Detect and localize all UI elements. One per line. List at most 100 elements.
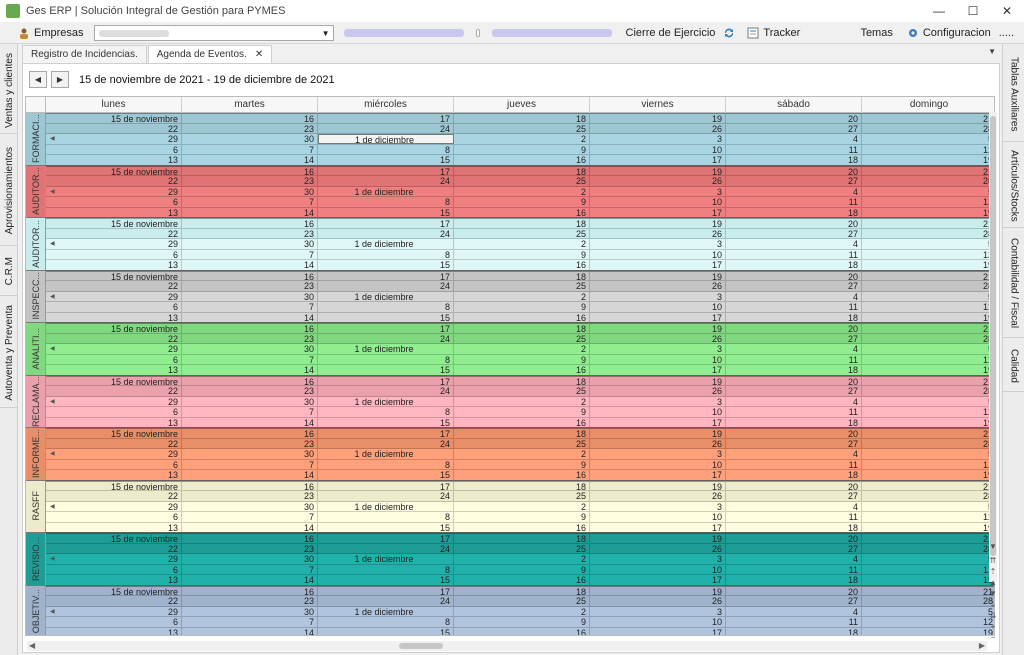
refresh-button[interactable] [719,22,743,44]
day-cell[interactable]: 22 [46,333,182,343]
sidebar-item-articulos[interactable]: Artículos/Stocks [1003,144,1024,228]
day-cell[interactable]: 4 [726,449,862,459]
day-cell[interactable]: 15 [318,575,454,585]
day-cell[interactable]: 18 [454,429,590,438]
day-cell[interactable]: 19 [862,418,994,427]
day-cell[interactable]: 17 [318,271,454,280]
day-cell[interactable]: 19 [590,271,726,280]
day-cell[interactable]: 13 [46,627,182,635]
day-cell[interactable]: 16 [182,114,318,123]
day-cell[interactable]: 18 [454,481,590,490]
day-cell[interactable]: 24 [318,491,454,501]
day-cell[interactable]: 17 [318,219,454,228]
day-cell[interactable]: 15 [318,155,454,165]
day-cell[interactable]: 27 [726,228,862,238]
day-cell[interactable]: 6 [46,144,182,154]
day-cell[interactable]: 15 de noviembre [46,586,182,595]
day-cell[interactable]: 16 [454,627,590,635]
day-cell[interactable]: 27 [726,543,862,553]
day-cell[interactable]: 16 [454,417,590,427]
day-cell[interactable]: 17 [318,376,454,385]
day-cell[interactable]: 14 [182,522,318,532]
day-cell[interactable]: 12 [862,197,994,206]
day-cell[interactable]: 11 [726,302,862,312]
day-cell[interactable]: 5 [862,449,994,458]
day-cell[interactable]: 11 [726,354,862,364]
day-cell[interactable]: 19 [862,313,994,322]
day-cell[interactable]: 17 [318,324,454,333]
day-cell[interactable]: 7 [182,564,318,574]
day-cell[interactable]: 29 [46,134,182,144]
day-cell[interactable]: 12 [862,407,994,416]
day-cell[interactable]: 2 [454,396,590,406]
day-cell[interactable]: 28 [862,176,994,185]
day-cell[interactable]: 18 [726,207,862,217]
day-cell[interactable]: 9 [454,354,590,364]
day-cell[interactable]: 19 [590,429,726,438]
day-cell[interactable]: 17 [318,166,454,175]
day-cell[interactable]: 4 [726,501,862,511]
vertical-scroll-thumb[interactable] [990,116,996,556]
day-cell[interactable]: 13 [46,575,182,585]
day-cell[interactable]: 26 [590,543,726,553]
day-cell[interactable]: 1 de diciembre [318,291,454,301]
day-cell[interactable]: 18 [454,114,590,123]
day-cell[interactable]: 20 [726,114,862,123]
day-cell[interactable]: 20 [726,324,862,333]
day-cell[interactable]: 1 de diciembre [318,134,454,144]
day-cell[interactable]: 19 [862,575,994,584]
day-cell[interactable]: 1 de diciembre [318,554,454,564]
day-cell[interactable]: 23 [182,228,318,238]
day-cell[interactable]: 13 [46,260,182,270]
day-cell[interactable]: 15 [318,260,454,270]
day-cell[interactable]: 12 [862,250,994,259]
day-cell[interactable]: 21 [862,114,994,122]
day-cell[interactable]: 14 [182,260,318,270]
day-cell[interactable]: 8 [318,407,454,417]
next-button[interactable]: ▶ [51,71,69,88]
day-cell[interactable]: 19 [862,365,994,374]
day-cell[interactable]: 17 [590,522,726,532]
day-cell[interactable]: 30 [182,239,318,249]
day-cell[interactable]: 16 [454,260,590,270]
prev-button[interactable]: ◀ [29,71,47,88]
day-cell[interactable]: 16 [182,481,318,490]
day-cell[interactable]: 9 [454,564,590,574]
day-cell[interactable]: 12 [862,617,994,626]
day-cell[interactable]: 6 [46,302,182,312]
day-cell[interactable]: 27 [726,333,862,343]
day-cell[interactable]: 11 [726,197,862,207]
sidebar-item-ventas[interactable]: Ventas y clientes [0,48,18,134]
sidebar-item-crm[interactable]: C.R.M [0,248,18,296]
cierre-ejercicio-button[interactable]: Cierre de Ejercicio [622,22,720,44]
tab-registro-incidencias[interactable]: Registro de Incidencias. [22,45,147,63]
day-cell[interactable]: 16 [454,365,590,375]
day-cell[interactable]: 21 [862,482,994,490]
day-cell[interactable]: 20 [726,166,862,175]
day-cell[interactable]: 26 [590,281,726,291]
day-cell[interactable]: 2 [454,291,590,301]
sidebar-item-calidad[interactable]: Calidad [1003,340,1024,392]
day-cell[interactable]: 30 [182,554,318,564]
chevron-left-icon[interactable]: ◀ [50,293,55,300]
day-cell[interactable]: 26 [590,176,726,186]
first-page-icon[interactable]: ⇈ [988,556,998,565]
day-cell[interactable]: 11 [726,407,862,417]
day-cell[interactable]: 8 [318,459,454,469]
day-cell[interactable]: 7 [182,407,318,417]
day-cell[interactable]: 23 [182,543,318,553]
close-icon[interactable]: ✕ [255,49,263,60]
day-cell[interactable]: 7 [182,249,318,259]
tabs-dropdown-icon[interactable]: ▼ [988,47,996,56]
day-cell[interactable]: 6 [46,564,182,574]
day-cell[interactable]: 4 [726,134,862,144]
day-cell[interactable]: 28 [862,544,994,553]
day-cell[interactable]: 25 [454,596,590,606]
day-cell[interactable]: 18 [726,312,862,322]
day-cell[interactable]: 9 [454,144,590,154]
day-cell[interactable]: 27 [726,491,862,501]
day-cell[interactable]: 6 [46,354,182,364]
day-cell[interactable]: 2 [454,449,590,459]
day-cell[interactable]: 24 [318,596,454,606]
chevron-left-icon[interactable]: ◀ [50,135,55,142]
